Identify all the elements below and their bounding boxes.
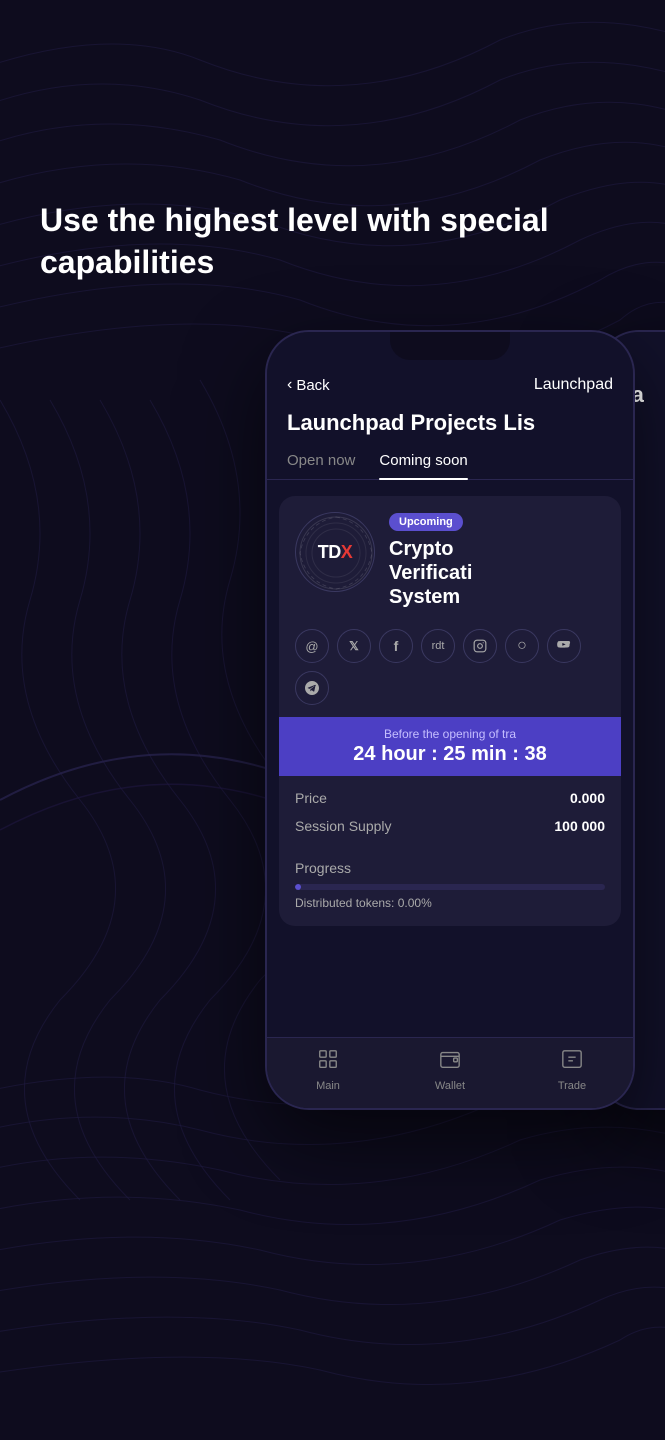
project-details: Price 0.000 Session Supply 100 000 — [279, 776, 621, 860]
wallet-icon — [439, 1048, 461, 1076]
project-card: TDX Upcoming Crypto Verificati System @ … — [279, 496, 621, 926]
progress-title: Progress — [295, 860, 605, 876]
nav-trade[interactable]: Trade — [511, 1048, 633, 1092]
price-value: 0.000 — [570, 790, 605, 806]
tab-coming-soon[interactable]: Coming soon — [379, 452, 467, 479]
main-label: Main — [316, 1080, 340, 1092]
price-label: Price — [295, 790, 327, 806]
countdown-bar: Before the opening of tra 24 hour : 25 m… — [279, 717, 621, 776]
social-telegram-icon[interactable] — [295, 671, 329, 705]
project-name-line3: System — [389, 586, 460, 608]
project-header: TDX Upcoming Crypto Verificati System — [279, 496, 621, 625]
bottom-navigation: Main Wallet — [267, 1037, 633, 1108]
trade-icon — [561, 1048, 583, 1076]
supply-label: Session Supply — [295, 818, 392, 834]
project-name: Crypto Verificati System — [389, 537, 605, 609]
progress-section: Progress Distributed tokens: 0.00% — [279, 860, 621, 926]
nav-wallet[interactable]: Wallet — [389, 1048, 511, 1092]
social-instagram-icon[interactable] — [463, 629, 497, 663]
distributed-text: Distributed tokens: 0.00% — [295, 896, 605, 910]
wallet-label: Wallet — [435, 1080, 465, 1092]
project-info: Upcoming Crypto Verificati System — [389, 512, 605, 609]
project-name-line2: Verificati — [389, 562, 472, 584]
nav-main[interactable]: Main — [267, 1048, 389, 1092]
detail-row-price: Price 0.000 — [295, 790, 605, 806]
page-title: Launchpad Projects Lis — [267, 406, 633, 452]
project-logo: TDX — [295, 512, 375, 592]
project-name-line1: Crypto — [389, 538, 453, 560]
social-icons-row: @ 𝕏 f rdt ○ — [279, 625, 621, 717]
trade-label: Trade — [558, 1080, 586, 1092]
header-title: Launchpad — [534, 376, 613, 394]
social-mention-icon[interactable]: @ — [295, 629, 329, 663]
back-label: Back — [296, 377, 329, 394]
tab-open-now[interactable]: Open now — [287, 452, 355, 479]
back-button[interactable]: ‹ Back — [287, 376, 330, 394]
social-twitter-icon[interactable]: 𝕏 — [337, 629, 371, 663]
social-reddit-icon[interactable]: rdt — [421, 629, 455, 663]
main-icon — [317, 1048, 339, 1076]
back-chevron-icon: ‹ — [287, 376, 292, 394]
social-youtube-icon[interactable] — [547, 629, 581, 663]
countdown-label: Before the opening of tra — [295, 727, 605, 741]
social-facebook-icon[interactable]: f — [379, 629, 413, 663]
supply-value: 100 000 — [554, 818, 605, 834]
progress-bar-fill — [295, 884, 301, 890]
logo-text: TDX — [318, 542, 353, 563]
phone-notch — [390, 332, 510, 360]
tabs-row: Open now Coming soon — [267, 452, 633, 480]
countdown-time: 24 hour : 25 min : 38 — [295, 743, 605, 766]
main-phone: ‹ Back Launchpad Launchpad Projects Lis … — [265, 330, 635, 1110]
social-more-icon[interactable]: ○ — [505, 629, 539, 663]
upcoming-badge: Upcoming — [389, 513, 463, 531]
phone-screen: ‹ Back Launchpad Launchpad Projects Lis … — [267, 332, 633, 1108]
progress-bar-background — [295, 884, 605, 890]
detail-row-supply: Session Supply 100 000 — [295, 818, 605, 834]
headline: Use the highest level with special capab… — [40, 200, 625, 283]
